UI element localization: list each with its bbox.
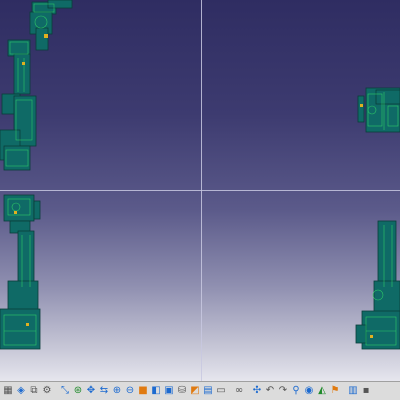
zoom-out-icon[interactable]: ⊖ bbox=[124, 384, 136, 398]
pan-icon[interactable]: ⤡ bbox=[59, 384, 71, 398]
glasses-icon[interactable]: ∞ bbox=[233, 384, 245, 398]
cad-viewport-area[interactable] bbox=[0, 0, 400, 381]
cube-view-icon[interactable]: ◧ bbox=[150, 384, 162, 398]
hide-show-icon[interactable]: ◩ bbox=[189, 384, 201, 398]
normal-view-icon[interactable]: ■ bbox=[137, 384, 149, 398]
measure-icon[interactable]: ◭ bbox=[316, 384, 328, 398]
fly-icon[interactable]: ⇆ bbox=[98, 384, 110, 398]
top-right-view[interactable] bbox=[202, 0, 400, 189]
robot-arm-model bbox=[0, 0, 73, 171]
more-icon[interactable]: ▪ bbox=[360, 384, 372, 398]
layers-icon[interactable]: ⧉ bbox=[28, 384, 40, 398]
grid-icon[interactable]: ▦ bbox=[2, 384, 14, 398]
snapshot-icon[interactable]: ▥ bbox=[347, 384, 359, 398]
eye-icon[interactable]: ◉ bbox=[303, 384, 315, 398]
gear-icon[interactable]: ⚙ bbox=[41, 384, 53, 398]
zoom-in-icon[interactable]: ⊕ bbox=[111, 384, 123, 398]
bottom-toolbar: ▦ ◈ ⧉ ⚙ ⤡ ⊛ ✥ ⇆ ⊕ ⊖ ■ ◧ ▣ ⛁ ◩ ▤ ▭ ∞ ✣ ↶ … bbox=[0, 381, 400, 400]
toolbar-separator bbox=[228, 384, 232, 398]
robot-arm-model bbox=[355, 220, 400, 350]
toolbar-separator bbox=[246, 384, 250, 398]
redo-icon[interactable]: ↷ bbox=[277, 384, 289, 398]
undo-icon[interactable]: ↶ bbox=[264, 384, 276, 398]
rotate-icon[interactable]: ⊛ bbox=[72, 384, 84, 398]
render-style-icon[interactable]: ◈ bbox=[15, 384, 27, 398]
toolbar-separator bbox=[342, 384, 346, 398]
move-icon[interactable]: ✥ bbox=[85, 384, 97, 398]
compass-icon[interactable]: ✣ bbox=[251, 384, 263, 398]
multi-view-icon[interactable]: ▣ bbox=[163, 384, 175, 398]
search-icon[interactable]: ⚲ bbox=[290, 384, 302, 398]
flag-icon[interactable]: ⚑ bbox=[329, 384, 341, 398]
swap-icon[interactable]: ▤ bbox=[202, 384, 214, 398]
robot-arm-model bbox=[357, 87, 400, 133]
print-icon[interactable]: ▭ bbox=[215, 384, 227, 398]
shading-icon[interactable]: ⛁ bbox=[176, 384, 188, 398]
top-left-view[interactable] bbox=[0, 0, 200, 189]
robot-arm-model bbox=[0, 194, 41, 350]
bottom-right-view[interactable] bbox=[202, 191, 400, 381]
viewport-divider-horizontal[interactable] bbox=[0, 190, 400, 191]
bottom-left-view[interactable] bbox=[0, 191, 200, 381]
toolbar-separator bbox=[54, 384, 58, 398]
